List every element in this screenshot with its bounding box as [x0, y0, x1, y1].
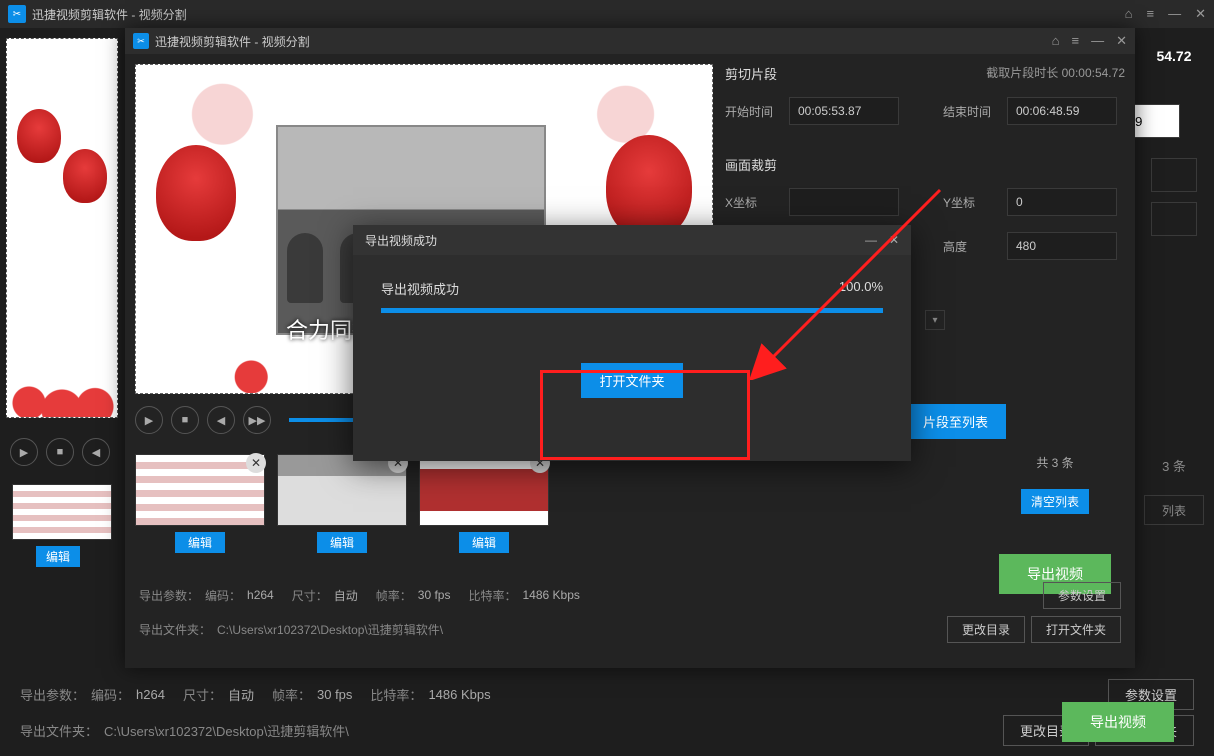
edit-clip-button[interactable]: 编辑 [459, 532, 509, 553]
start-time-label: 开始时间 [725, 103, 777, 120]
y-coord-label: Y坐标 [943, 194, 995, 211]
clip-count: 共 3 条 [985, 454, 1125, 471]
x-coord-label: X坐标 [725, 194, 777, 211]
dialog-percent: 100.0% [839, 279, 883, 298]
height-label: 高度 [943, 238, 995, 255]
menu-icon[interactable]: ≡ [1072, 33, 1080, 49]
clip-duration-info: 截取片段时长 00:00:54.72 [986, 64, 1125, 81]
outer-bottom-bar: 导出参数： 编码： h264 尺寸： 自动 帧率： 30 fps 比特率： 14… [0, 666, 1214, 756]
end-time-input[interactable] [1007, 97, 1117, 125]
play-button[interactable]: ▶ [10, 438, 38, 466]
menu-icon[interactable]: ≡ [1147, 6, 1155, 22]
y-coord-input[interactable] [1007, 188, 1117, 216]
params-label: 导出参数： [20, 685, 85, 704]
progress-bar [381, 308, 883, 313]
minimize-icon[interactable]: — [1091, 33, 1104, 49]
outer-preview-thumbnail [6, 38, 118, 418]
size-value: 自动 [334, 587, 358, 604]
outer-field-1[interactable] [1134, 104, 1180, 138]
play-button[interactable]: ▶ [135, 406, 163, 434]
inner-window-title: 迅捷视频剪辑软件 - 视频分割 [155, 33, 310, 50]
clip-thumbnail[interactable]: ✕ [419, 454, 549, 526]
outer-titlebar: ✂ 迅捷视频剪辑软件 - 视频分割 ⌂ ≡ — ✕ [0, 0, 1214, 28]
params-label: 导出参数： [139, 587, 199, 604]
fps-value: 30 fps [418, 588, 451, 602]
crop-section-title: 画面裁剪 [725, 155, 1125, 174]
edit-clip-button[interactable]: 编辑 [317, 532, 367, 553]
bitrate-value: 1486 Kbps [428, 687, 490, 702]
clip-item-3: ✕ 编辑 [419, 454, 549, 553]
export-video-button[interactable]: 导出视频 [1062, 702, 1174, 742]
home-icon[interactable]: ⌂ [1052, 33, 1060, 49]
prev-button[interactable]: ◀ [207, 406, 235, 434]
codec-value: h264 [247, 588, 274, 602]
outer-clip-count: 3 条 [1134, 456, 1214, 475]
outer-list-button[interactable]: 列表 [1144, 495, 1204, 525]
outer-field-3[interactable] [1151, 202, 1197, 236]
outer-playback-controls: ▶ ■ ◀ [6, 438, 119, 466]
codec-value: h264 [136, 687, 165, 702]
app-logo-icon: ✂ [133, 33, 149, 49]
outer-field-2[interactable] [1151, 158, 1197, 192]
dialog-minimize-icon[interactable]: — [865, 233, 877, 247]
edit-clip-button[interactable]: 编辑 [175, 532, 225, 553]
clip-thumbnail[interactable]: ✕ [277, 454, 407, 526]
folder-label: 导出文件夹： [139, 621, 211, 638]
outer-clip-thumbnail [12, 484, 112, 540]
clip-item-1: ✕ 编辑 [135, 454, 265, 553]
x-coord-input[interactable] [789, 188, 899, 216]
bitrate-value: 1486 Kbps [523, 588, 580, 602]
edit-button[interactable]: 编辑 [36, 546, 80, 567]
folder-label: 导出文件夹： [20, 721, 98, 740]
size-value: 自动 [228, 685, 254, 704]
clip-thumbnail[interactable]: ✕ [135, 454, 265, 526]
outer-left-panel: ▶ ■ ◀ 编辑 [0, 28, 125, 756]
outer-window-title: 迅捷视频剪辑软件 - 视频分割 [32, 6, 187, 23]
export-success-dialog: 导出视频成功 — ✕ 导出视频成功 100.0% 打开文件夹 [353, 225, 911, 461]
open-folder-dialog-button[interactable]: 打开文件夹 [581, 363, 682, 398]
stop-button[interactable]: ■ [171, 406, 199, 434]
folder-path: C:\Users\xr102372\Desktop\迅捷剪辑软件\ [217, 621, 929, 638]
clear-list-button[interactable]: 清空列表 [1021, 489, 1089, 514]
change-dir-button[interactable]: 更改目录 [947, 616, 1025, 643]
dialog-message: 导出视频成功 [381, 279, 459, 298]
dropdown-icon[interactable]: ▾ [925, 310, 945, 330]
dialog-title: 导出视频成功 [365, 232, 437, 249]
start-time-input[interactable] [789, 97, 899, 125]
outer-right-panel: 54.72 3 条 列表 [1134, 48, 1214, 525]
inner-list-summary: 共 3 条 清空列表 导出视频 [985, 454, 1125, 594]
home-icon[interactable]: ⌂ [1125, 6, 1133, 22]
minimize-icon[interactable]: — [1168, 6, 1181, 22]
app-logo-icon: ✂ [8, 5, 26, 23]
clip-item-2: ✕ 编辑 [277, 454, 407, 553]
remove-clip-icon[interactable]: ✕ [246, 453, 266, 473]
height-input[interactable] [1007, 232, 1117, 260]
open-folder-button[interactable]: 打开文件夹 [1031, 616, 1121, 643]
next-button[interactable]: ▶▶ [243, 406, 271, 434]
outer-duration: 54.72 [1134, 48, 1214, 64]
inner-bottom-bar: 导出参数： 编码： h264 尺寸： 自动 帧率： 30 fps 比特率： 14… [139, 578, 1121, 662]
end-time-label: 结束时间 [943, 103, 995, 120]
param-settings-button[interactable]: 参数设置 [1043, 582, 1121, 609]
dialog-titlebar: 导出视频成功 — ✕ [353, 225, 911, 255]
stop-button[interactable]: ■ [46, 438, 74, 466]
inner-titlebar: ✂ 迅捷视频剪辑软件 - 视频分割 ⌂ ≡ — ✕ [125, 28, 1135, 54]
close-icon[interactable]: ✕ [1195, 6, 1206, 22]
close-icon[interactable]: ✕ [1116, 33, 1127, 49]
fps-value: 30 fps [317, 687, 352, 702]
add-clip-to-list-button[interactable]: 片段至列表 [905, 404, 1006, 439]
prev-button[interactable]: ◀ [82, 438, 110, 466]
dialog-close-icon[interactable]: ✕ [889, 233, 899, 247]
folder-path: C:\Users\xr102372\Desktop\迅捷剪辑软件\ [104, 721, 985, 740]
clip-thumbnails: ✕ 编辑 ✕ 编辑 ✕ 编辑 [135, 454, 549, 553]
